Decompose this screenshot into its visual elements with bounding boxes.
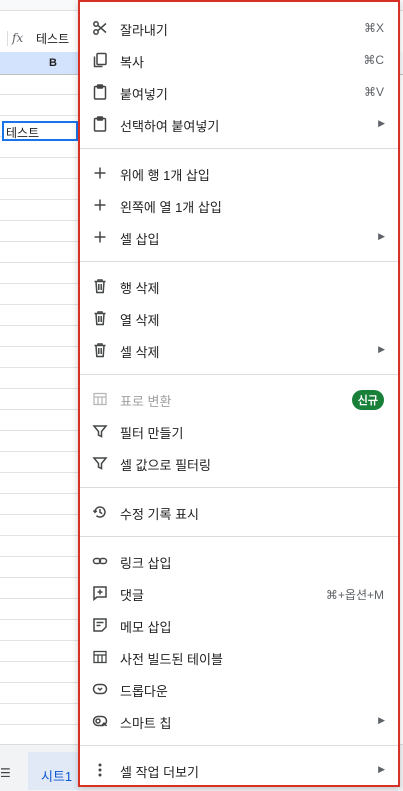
plus-icon [92, 229, 108, 245]
table-icon [92, 391, 108, 407]
menu-item-label: 셀 삽입 [120, 232, 160, 247]
menu-item-dropdown[interactable]: 드롭다운 [80, 673, 398, 705]
menu-item-insert-note[interactable]: 메모 삽입 [80, 609, 398, 641]
menu-item-smart-chips[interactable]: 스마트 칩 ▶ [80, 705, 398, 737]
menu-item-copy[interactable]: 복사 ⌘C [80, 44, 398, 76]
menu-item-label: 드롭다운 [120, 684, 168, 699]
note-icon [92, 617, 108, 633]
menu-divider [80, 487, 398, 488]
all-sheets-icon[interactable]: ☰ [0, 766, 11, 780]
menu-item-insert-row-above[interactable]: 위에 행 1개 삽입 [80, 157, 398, 189]
menu-item-label: 셀 삭제 [120, 345, 160, 360]
menu-item-paste-special[interactable]: 선택하여 붙여넣기 ▶ [80, 108, 398, 140]
menu-item-label: 댓글 [120, 588, 144, 603]
trash-icon [92, 310, 108, 326]
menu-item-label: 셀 작업 더보기 [120, 765, 199, 780]
menu-item-label: 선택하여 붙여넣기 [120, 119, 220, 134]
menu-item-convert-to-table[interactable]: 표로 변환 신규 [80, 383, 398, 415]
menu-item-label: 복사 [120, 55, 144, 70]
shortcut-text: ⌘X [363, 21, 384, 35]
menu-item-label: 메모 삽입 [120, 620, 172, 635]
menu-item-label: 행 삭제 [120, 281, 160, 296]
menu-item-paste[interactable]: 붙여넣기 ⌘V [80, 76, 398, 108]
menu-item-insert-link[interactable]: 링크 삽입 [80, 545, 398, 577]
clipboard-icon [92, 84, 108, 100]
menu-item-delete-col[interactable]: 열 삭제 [80, 302, 398, 334]
dropdown-icon [92, 681, 108, 697]
shortcut-text: ⌘C [363, 53, 384, 67]
menu-item-insert-col-left[interactable]: 왼쪽에 열 1개 삽입 [80, 189, 398, 221]
menu-item-prebuilt-table[interactable]: 사전 빌드된 테이블 [80, 641, 398, 673]
column-b-header[interactable] [0, 52, 80, 75]
shortcut-text: ⌘+옵션+M [325, 588, 384, 602]
menu-item-cut[interactable]: 잘라내기 ⌘X [80, 12, 398, 44]
menu-item-label: 붙여넣기 [120, 87, 168, 102]
submenu-arrow-icon: ▶ [378, 118, 385, 128]
copy-icon [92, 52, 108, 68]
filter-icon [92, 455, 108, 471]
sheet-tab-label: 시트1 [41, 769, 73, 784]
scissors-icon [92, 20, 108, 36]
menu-item-label: 사전 빌드된 테이블 [120, 652, 223, 667]
menu-item-delete-row[interactable]: 행 삭제 [80, 270, 398, 302]
shortcut-text: ⌘V [363, 85, 384, 99]
submenu-arrow-icon: ▶ [378, 344, 385, 354]
menu-item-label: 위에 행 1개 삽입 [120, 168, 210, 183]
menu-item-label: 표로 변환 [120, 394, 172, 409]
smart-chip-icon [92, 713, 108, 729]
menu-item-label: 수정 기록 표시 [120, 507, 199, 522]
submenu-arrow-icon: ▶ [378, 715, 385, 725]
trash-icon [92, 342, 108, 358]
menu-item-label: 잘라내기 [120, 23, 168, 38]
menu-item-comment[interactable]: 댓글 ⌘+옵션+M [80, 577, 398, 609]
history-icon [92, 504, 108, 520]
active-cell-text: 테스트 [6, 126, 40, 140]
menu-item-create-filter[interactable]: 필터 만들기 [80, 415, 398, 447]
menu-item-delete-cells[interactable]: 셀 삭제 ▶ [80, 334, 398, 366]
menu-item-label: 링크 삽입 [120, 556, 172, 571]
column-b-label: B [49, 57, 57, 69]
submenu-arrow-icon: ▶ [378, 231, 385, 241]
menu-item-label: 열 삭제 [120, 313, 160, 328]
fx-icon: fx [12, 31, 24, 45]
plus-icon [92, 197, 108, 213]
comment-add-icon [92, 585, 108, 601]
menu-divider [80, 745, 398, 746]
formula-separator [7, 31, 8, 46]
menu-divider [80, 261, 398, 262]
menu-divider [80, 536, 398, 537]
menu-divider [80, 148, 398, 149]
menu-item-filter-by-value[interactable]: 셀 값으로 필터링 [80, 447, 398, 479]
plus-icon [92, 165, 108, 181]
menu-item-label: 스마트 칩 [120, 716, 172, 731]
more-vert-icon [92, 762, 108, 778]
link-icon [92, 553, 108, 569]
context-menu: 잘라내기 ⌘X 복사 ⌘C 붙여넣기 ⌘V 선택하여 붙여넣기 ▶ 위에 행 1… [78, 0, 400, 787]
new-badge: 신규 [351, 390, 384, 410]
menu-item-label: 필터 만들기 [120, 426, 184, 441]
submenu-arrow-icon: ▶ [378, 764, 385, 774]
trash-icon [92, 278, 108, 294]
menu-item-label: 셀 값으로 필터링 [120, 458, 211, 473]
clipboard-icon [92, 116, 108, 132]
menu-divider [80, 374, 398, 375]
menu-item-insert-cells[interactable]: 셀 삽입 ▶ [80, 221, 398, 253]
menu-item-more-cell-actions[interactable]: 셀 작업 더보기 ▶ [80, 754, 398, 786]
cell-grid[interactable] [0, 74, 80, 744]
table-icon [92, 649, 108, 665]
menu-item-label: 왼쪽에 열 1개 삽입 [120, 200, 222, 215]
formula-value[interactable]: 테스트 [36, 30, 69, 47]
menu-item-show-edit-history[interactable]: 수정 기록 표시 [80, 496, 398, 528]
filter-icon [92, 423, 108, 439]
